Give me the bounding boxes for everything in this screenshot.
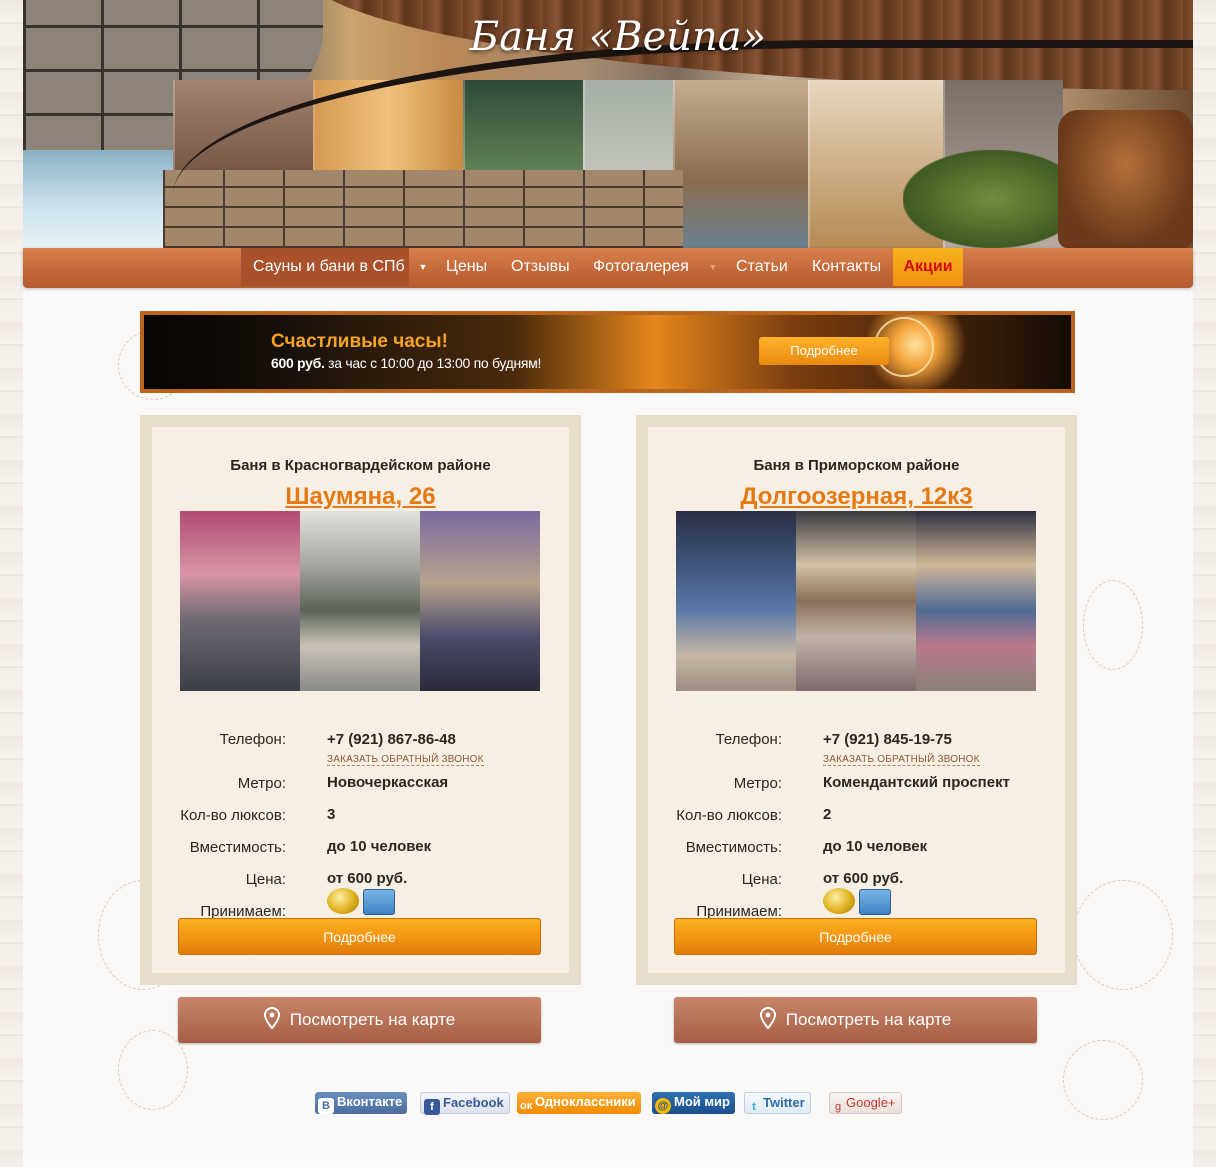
value-metro: Новочеркасская (327, 774, 449, 791)
label-capacity: Вместимость: (685, 839, 782, 856)
promo-text: 600 руб. за час с 10:00 до 13:00 по будн… (271, 355, 541, 371)
photo-thumb[interactable] (180, 511, 300, 691)
nav-item-reviews[interactable]: Отзывы (511, 248, 570, 286)
card-address-link[interactable]: Шаумяна, 26 (152, 483, 569, 511)
coins-icon (823, 888, 855, 914)
label-capacity: Вместимость: (189, 839, 286, 856)
promo-price: 600 руб. (271, 355, 325, 371)
view-on-map-button[interactable]: Посмотреть на карте (178, 997, 541, 1043)
photo-thumb[interactable] (420, 511, 540, 691)
card-photos[interactable] (676, 511, 1036, 691)
share-label: Twitter (763, 1095, 805, 1110)
sauna-card: Баня в Красногвардейском районе Шаумяна,… (140, 415, 581, 985)
photo-thumb[interactable] (300, 511, 420, 691)
mail-at-icon: @ (655, 1098, 671, 1114)
happy-hours-banner[interactable]: Счастливые часы! 600 руб. за час с 10:00… (140, 311, 1075, 393)
label-suites: Кол-во люксов: (180, 807, 286, 824)
banner-curve (173, 40, 1193, 248)
share-moimir[interactable]: @ Мой мир (652, 1092, 735, 1114)
vk-icon: В (318, 1098, 334, 1114)
share-odnoklassniki[interactable]: ок Одноклассники (517, 1092, 641, 1114)
view-on-map-button[interactable]: Посмотреть на карте (674, 997, 1037, 1043)
value-suites: 3 (327, 806, 336, 823)
promo-desc: за час с 10:00 до 13:00 по будням! (324, 355, 542, 371)
page: Баня «Вейпа» Сауны и бани в СПб ▼ Цены О… (23, 0, 1193, 1167)
decor-sketch (1083, 580, 1143, 670)
card-district: Баня в Приморском районе (753, 457, 960, 474)
facebook-icon: f (424, 1099, 440, 1115)
coins-icon (327, 888, 359, 914)
value-suites: 2 (823, 806, 832, 823)
share-label: Google+ (846, 1095, 896, 1110)
promo-title: Счастливые часы! (271, 331, 448, 352)
chevron-down-icon[interactable]: ▼ (413, 248, 433, 286)
value-phone[interactable]: +7 (921) 867-86-48 (327, 731, 456, 748)
map-button-label: Посмотреть на карте (289, 1010, 456, 1029)
photo-thumb[interactable] (916, 511, 1036, 691)
label-metro: Метро: (733, 775, 782, 792)
share-label: Вконтакте (337, 1094, 403, 1109)
share-label: Одноклассники (535, 1094, 636, 1109)
chevron-down-icon[interactable]: ▼ (703, 248, 723, 286)
value-capacity: до 10 человек (327, 838, 432, 855)
map-pin-icon (759, 1006, 776, 1029)
label-price: Цена: (245, 871, 286, 888)
share-label: Facebook (443, 1095, 504, 1110)
map-button-label: Посмотреть на карте (785, 1010, 952, 1029)
promo-details-button[interactable]: Подробнее (759, 337, 889, 365)
nav-item-contacts[interactable]: Контакты (812, 248, 881, 286)
sauna-card: Баня в Приморском районе Долгоозерная, 1… (636, 415, 1077, 985)
label-price: Цена: (741, 871, 782, 888)
card-district: Баня в Красногвардейском районе (230, 457, 491, 474)
value-phone[interactable]: +7 (921) 845-19-75 (823, 731, 952, 748)
site-logo[interactable]: Баня «Вейпа» (428, 14, 808, 60)
value-price: от 600 руб. (327, 870, 408, 887)
share-googleplus[interactable]: g Google+ (829, 1092, 902, 1114)
photo-thumb[interactable] (796, 511, 916, 691)
label-phone: Телефон: (219, 731, 286, 748)
nav-item-gallery[interactable]: Фотогалерея (593, 248, 689, 286)
decor-sketch (1063, 1040, 1143, 1120)
twitter-icon: t (752, 1101, 756, 1113)
card-photos[interactable] (180, 511, 540, 691)
nav-item-sales[interactable]: Акции (893, 248, 963, 286)
details-button[interactable]: Подробнее (674, 918, 1037, 955)
photo-thumb[interactable] (676, 511, 796, 691)
callback-link[interactable]: Заказать обратный звонок (327, 754, 484, 766)
main-nav: Сауны и бани в СПб ▼ Цены Отзывы Фотогал… (23, 248, 1193, 288)
nav-item-articles[interactable]: Статьи (736, 248, 788, 286)
map-pin-icon (263, 1006, 280, 1029)
google-plus-icon: g (834, 1101, 842, 1113)
details-button[interactable]: Подробнее (178, 918, 541, 955)
banner-pool (23, 150, 173, 248)
share-label: Мой мир (674, 1094, 730, 1109)
credit-card-icon (859, 889, 891, 915)
label-suites: Кол-во люксов: (676, 807, 782, 824)
share-vkontakte[interactable]: В Вконтакте (315, 1092, 408, 1114)
card-address-link[interactable]: Долгоозерная, 12к3 (648, 483, 1065, 511)
nav-item-saunas[interactable]: Сауны и бани в СПб (241, 248, 409, 286)
label-metro: Метро: (237, 775, 286, 792)
value-price: от 600 руб. (823, 870, 904, 887)
share-facebook[interactable]: f Facebook (420, 1092, 510, 1115)
callback-link[interactable]: Заказать обратный звонок (823, 754, 980, 766)
value-capacity: до 10 человек (823, 838, 928, 855)
label-phone: Телефон: (715, 731, 782, 748)
odnoklassniki-icon: ок (520, 1100, 533, 1112)
nav-item-prices[interactable]: Цены (446, 248, 487, 286)
decor-sketch (118, 1030, 188, 1110)
decor-sketch (1073, 880, 1173, 990)
credit-card-icon (363, 889, 395, 915)
value-metro: Комендантский проспект (823, 774, 1010, 791)
share-twitter[interactable]: t Twitter (744, 1092, 811, 1114)
header-banner: Баня «Вейпа» (23, 0, 1193, 248)
